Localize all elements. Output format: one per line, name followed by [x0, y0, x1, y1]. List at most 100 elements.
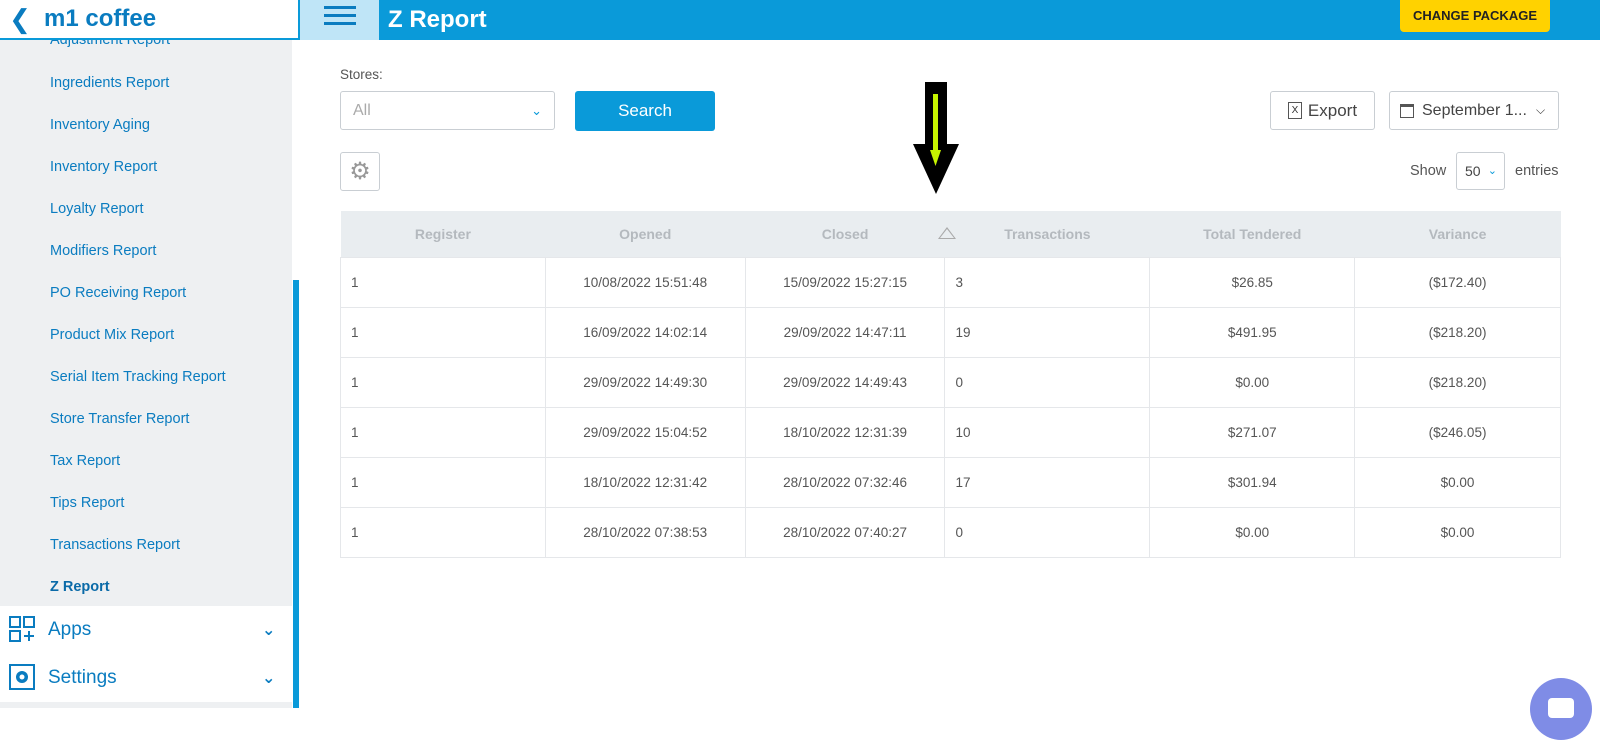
chat-launcher-button[interactable] — [1530, 678, 1592, 740]
cell-transactions: 3 — [944, 256, 1151, 308]
column-header-register[interactable]: Register — [341, 211, 546, 257]
cell-transactions: 10 — [944, 406, 1151, 458]
cell-opened: 16/09/2022 14:02:14 — [544, 306, 746, 358]
excel-file-icon: X — [1287, 102, 1302, 119]
column-header-closed-label: Closed — [821, 225, 869, 242]
column-header-closed[interactable]: Closed — [745, 211, 957, 257]
sidebar-item-transactions-report[interactable]: Transactions Report — [0, 524, 292, 566]
table-row[interactable]: 1 18/10/2022 12:31:42 28/10/2022 07:32:4… — [340, 456, 1561, 508]
sidebar-item-ingredients-report[interactable]: Ingredients Report — [0, 62, 292, 104]
cell-total-tendered: $0.00 — [1149, 356, 1356, 408]
cell-register: 1 — [340, 456, 546, 508]
page-title: Z Report — [388, 6, 487, 33]
sidebar-item-inventory-aging[interactable]: Inventory Aging — [0, 104, 292, 146]
cell-variance: ($218.20) — [1354, 306, 1561, 358]
page-length-select[interactable]: 50 ⌄ — [1456, 152, 1505, 190]
sidebar-group-settings[interactable]: Settings ⌄ — [0, 654, 292, 702]
cell-variance: ($218.20) — [1354, 356, 1561, 408]
chat-icon — [1548, 698, 1574, 718]
column-header-total-tendered[interactable]: Total Tendered — [1150, 211, 1355, 257]
cell-register: 1 — [340, 506, 546, 558]
sidebar-item-store-transfer-report[interactable]: Store Transfer Report — [0, 398, 292, 440]
cell-variance: ($246.05) — [1354, 406, 1561, 458]
cell-register: 1 — [340, 356, 546, 408]
cell-closed: 15/09/2022 15:27:15 — [744, 256, 946, 308]
table-row[interactable]: 1 29/09/2022 15:04:52 18/10/2022 12:31:3… — [340, 406, 1561, 458]
cell-opened: 29/09/2022 14:49:30 — [544, 356, 746, 408]
sidebar-item-adjustment-report[interactable]: Adjustment Report — [0, 40, 292, 62]
table-row[interactable]: 1 29/09/2022 14:49:30 29/09/2022 14:49:4… — [340, 356, 1561, 408]
cell-total-tendered: $301.94 — [1149, 456, 1356, 508]
settings-gear-icon — [8, 664, 36, 692]
sidebar-item-product-mix-report[interactable]: Product Mix Report — [0, 314, 292, 356]
hamburger-icon[interactable] — [300, 0, 379, 40]
sidebar-scrollbar[interactable] — [292, 40, 300, 708]
annotation-arrow-icon — [913, 82, 959, 194]
sidebar-item-po-receiving-report[interactable]: PO Receiving Report — [0, 272, 292, 314]
sidebar-item-loyalty-report[interactable]: Loyalty Report — [0, 188, 292, 230]
calendar-icon — [1400, 103, 1414, 118]
apps-grid-icon — [8, 616, 36, 644]
search-button[interactable]: Search — [575, 91, 715, 131]
gear-icon: ⚙ — [349, 158, 371, 185]
column-settings-button[interactable]: ⚙ — [340, 152, 380, 191]
cell-transactions: 0 — [944, 356, 1151, 408]
brand-name: m1 coffee — [44, 5, 157, 32]
chevron-left-icon[interactable]: ❮ — [0, 4, 40, 35]
sidebar-scrollbar-thumb[interactable] — [293, 280, 299, 708]
sidebar-item-serial-item-tracking-report[interactable]: Serial Item Tracking Report — [0, 356, 292, 398]
sidebar: Adjustment Report Ingredients Report Inv… — [0, 0, 300, 708]
cell-opened: 10/08/2022 15:51:48 — [544, 256, 746, 308]
cell-register: 1 — [340, 306, 546, 358]
z-report-table: Register Opened Closed Transactions Tota… — [340, 211, 1561, 558]
sidebar-item-inventory-report[interactable]: Inventory Report — [0, 146, 292, 188]
stores-select-value: All — [353, 102, 371, 119]
cell-register: 1 — [340, 406, 546, 458]
chevron-down-icon: ⌄ — [262, 670, 276, 687]
table-row[interactable]: 1 10/08/2022 15:51:48 15/09/2022 15:27:1… — [340, 256, 1561, 308]
cell-closed: 29/09/2022 14:49:43 — [744, 356, 946, 408]
cell-transactions: 19 — [944, 306, 1151, 358]
sidebar-group-apps[interactable]: Apps ⌄ — [0, 606, 292, 654]
sidebar-group-apps-label: Apps — [48, 619, 92, 640]
cell-total-tendered: $271.07 — [1149, 406, 1356, 458]
sidebar-item-tips-report[interactable]: Tips Report — [0, 482, 292, 524]
export-button-label: Export — [1307, 100, 1358, 120]
chevron-down-icon: ⌄ — [531, 103, 542, 118]
sidebar-item-tax-report[interactable]: Tax Report — [0, 440, 292, 482]
sidebar-group-settings-label: Settings — [48, 667, 117, 688]
page-length-value: 50 — [1465, 163, 1481, 179]
cell-opened: 18/10/2022 12:31:42 — [544, 456, 746, 508]
cell-closed: 28/10/2022 07:40:27 — [744, 506, 946, 558]
table-header-row: Register Opened Closed Transactions Tota… — [340, 211, 1561, 257]
sidebar-nav: Adjustment Report Ingredients Report Inv… — [0, 40, 292, 608]
top-bar: Z Report CHANGE PACKAGE — [300, 0, 1600, 40]
export-button[interactable]: X Export — [1270, 91, 1375, 130]
cell-variance: ($172.40) — [1354, 256, 1561, 308]
show-label: Show — [1410, 163, 1447, 179]
cell-closed: 18/10/2022 12:31:39 — [744, 406, 946, 458]
sidebar-item-z-report[interactable]: Z Report — [0, 566, 292, 608]
stores-select[interactable]: All ⌄ — [340, 91, 555, 130]
date-range-value: September 1... — [1422, 101, 1527, 119]
chevron-down-icon: ⌄ — [262, 622, 276, 639]
column-header-transactions[interactable]: Transactions — [945, 211, 1150, 257]
brand-header: ❮ m1 coffee — [0, 0, 300, 40]
cell-register: 1 — [340, 256, 546, 308]
sidebar-item-modifiers-report[interactable]: Modifiers Report — [0, 230, 292, 272]
stores-label: Stores: — [340, 67, 383, 82]
cell-opened: 29/09/2022 15:04:52 — [544, 406, 746, 458]
change-package-button[interactable]: CHANGE PACKAGE — [1400, 0, 1550, 32]
cell-variance: $0.00 — [1354, 506, 1561, 558]
table-row[interactable]: 1 28/10/2022 07:38:53 28/10/2022 07:40:2… — [340, 506, 1561, 558]
column-header-opened[interactable]: Opened — [545, 211, 745, 257]
chevron-down-icon: ⌵ — [1536, 103, 1546, 117]
table-row[interactable]: 1 16/09/2022 14:02:14 29/09/2022 14:47:1… — [340, 306, 1561, 358]
cell-transactions: 17 — [944, 456, 1151, 508]
column-header-variance[interactable]: Variance — [1355, 211, 1561, 257]
cell-total-tendered: $0.00 — [1149, 506, 1356, 558]
chevron-down-icon: ⌄ — [1487, 165, 1497, 177]
cell-total-tendered: $26.85 — [1149, 256, 1356, 308]
date-range-picker[interactable]: September 1... ⌵ — [1389, 91, 1559, 130]
cell-closed: 29/09/2022 14:47:11 — [744, 306, 946, 358]
